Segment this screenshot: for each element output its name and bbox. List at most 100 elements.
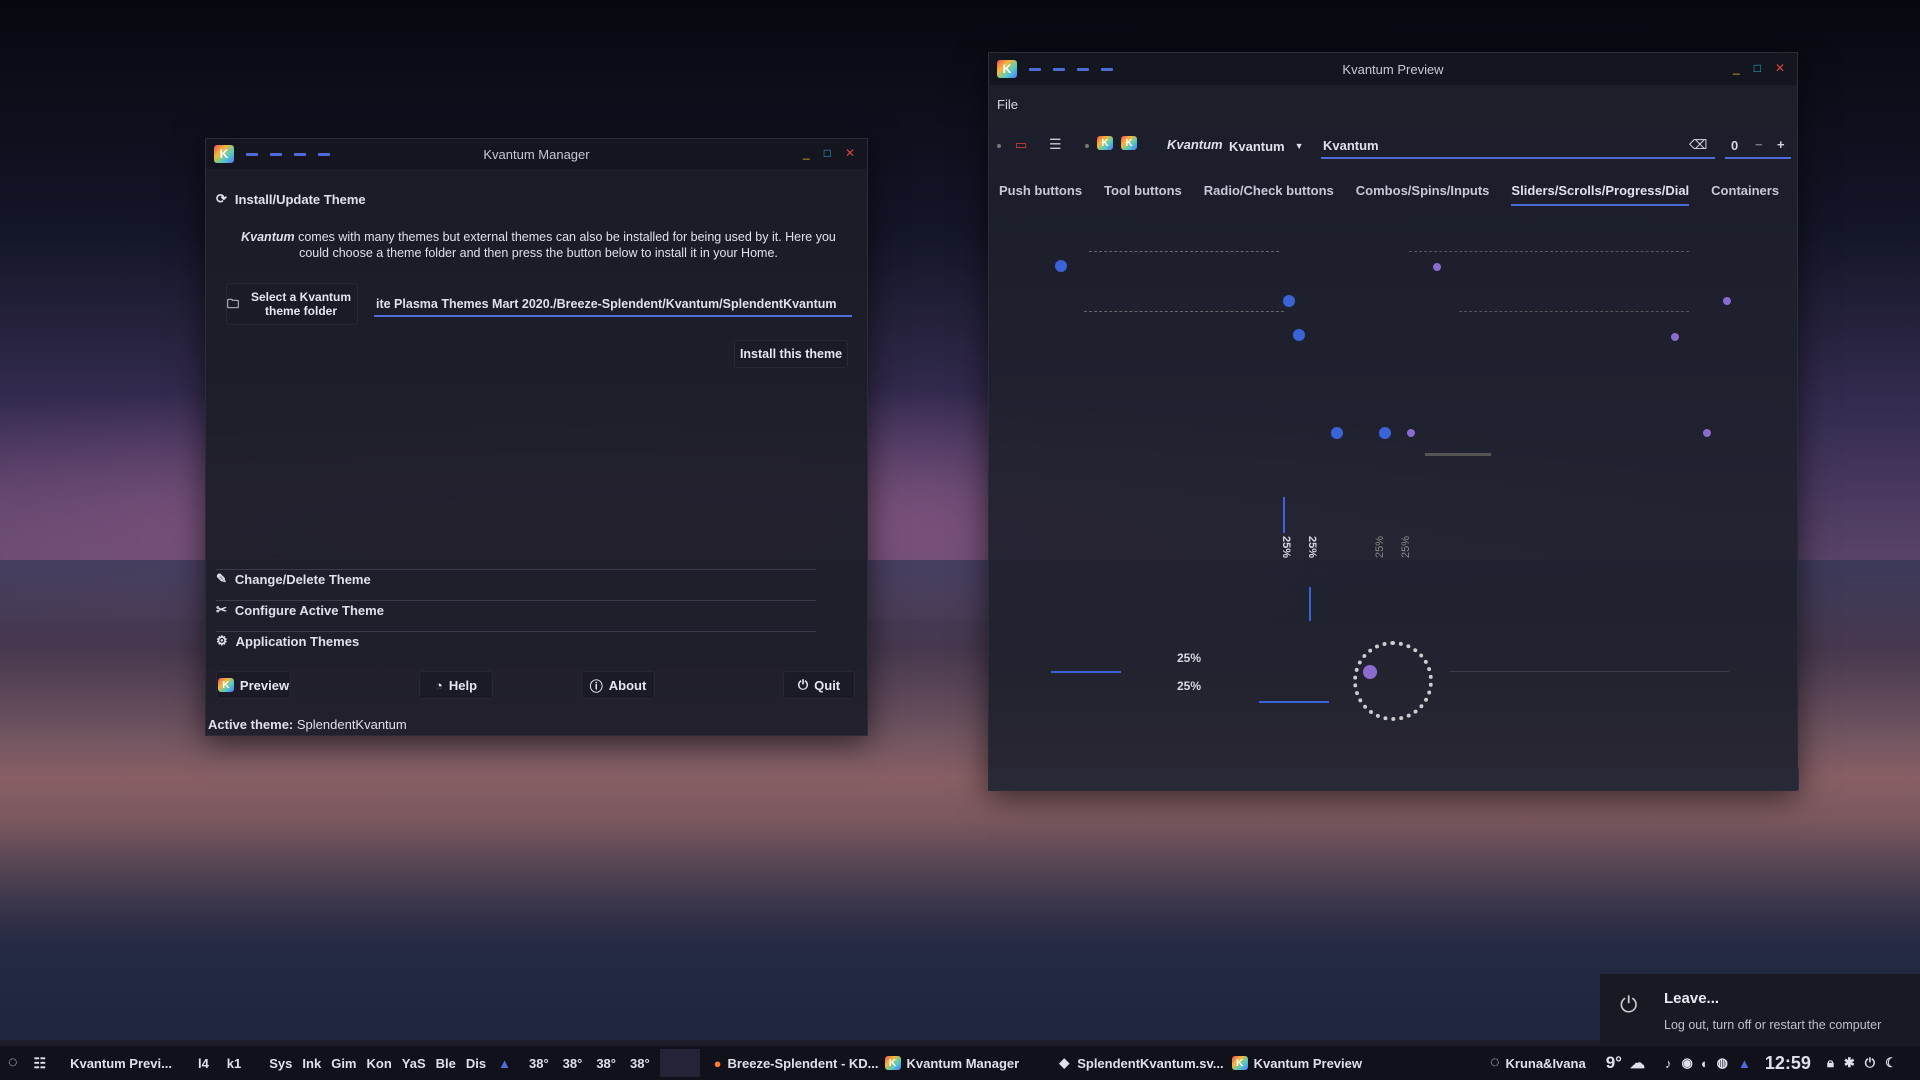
vertical-slider-handle[interactable] — [1293, 329, 1305, 341]
spin-box[interactable]: 0 − + — [1725, 135, 1791, 159]
settings-icon[interactable]: ✱ — [1844, 1055, 1855, 1071]
close-icon[interactable]: ✕ — [1775, 61, 1785, 75]
section-separator — [216, 569, 816, 570]
network-icon[interactable]: ◉ — [1681, 1055, 1692, 1071]
pager-icon[interactable]: ☷ — [34, 1055, 47, 1072]
dial-handle[interactable] — [1363, 665, 1377, 679]
vertical-slider-handle[interactable] — [1671, 333, 1679, 341]
brush-icon: ✎ — [216, 571, 227, 586]
about-button[interactable]: ⓘ About — [581, 671, 655, 699]
vertical-progress-4: 25% — [1400, 535, 1413, 559]
inkscape-icon: ◆ — [1059, 1055, 1070, 1070]
section-separator — [216, 600, 816, 601]
kvantum-logo-icon[interactable]: K — [1097, 136, 1113, 150]
close-icon[interactable]: ✕ — [845, 146, 855, 160]
calendar-icon[interactable]: ▭ — [1015, 137, 1027, 153]
horizontal-slider-handle[interactable] — [1433, 263, 1441, 271]
launcher-ink[interactable]: Ink — [302, 1056, 321, 1071]
slider-ticks — [1089, 251, 1279, 255]
task-k1[interactable]: k1 — [227, 1056, 241, 1071]
launcher-gim[interactable]: Gim — [331, 1056, 356, 1071]
maximize-icon[interactable]: □ — [824, 146, 831, 160]
weather-temp[interactable]: 9° — [1606, 1053, 1622, 1073]
list-icon[interactable]: ☰ — [1049, 136, 1062, 153]
vertical-progress-3: 25% — [1374, 535, 1387, 559]
app-launcher-icon[interactable]: ◌ — [8, 1054, 18, 1072]
configure-section[interactable]: ✂ Configure Active Theme — [216, 602, 384, 618]
lock-icon[interactable]: 🔒︎ — [1827, 1055, 1834, 1071]
slider-ticks — [1409, 251, 1689, 255]
vertical-slider-handle[interactable] — [1407, 429, 1415, 437]
tab-containers[interactable]: Containers — [1711, 183, 1779, 206]
task-l4[interactable]: l4 — [198, 1056, 209, 1071]
sleep-icon[interactable]: ☾ — [1885, 1055, 1897, 1071]
window-kvantum-preview[interactable]: Kvantum Preview — [1254, 1056, 1362, 1071]
minimize-icon[interactable]: _ — [803, 146, 810, 160]
launcher-yas[interactable]: YaS — [402, 1056, 426, 1071]
tab-push-buttons[interactable]: Push buttons — [999, 183, 1082, 206]
info-icon: ⓘ — [589, 678, 603, 694]
tab-sliders[interactable]: Sliders/Scrolls/Progress/Dial — [1511, 183, 1690, 206]
leave-popup[interactable]: ⏻ Leave... Log out, turn off or restart … — [1600, 974, 1920, 1046]
kvantum-logo-icon[interactable]: K — [1121, 136, 1137, 150]
task-kvantum-preview[interactable]: Kvantum Previ... — [70, 1056, 172, 1071]
launcher-ble[interactable]: Ble — [436, 1056, 456, 1071]
section-separator — [216, 631, 816, 632]
cloud-icon: ☁ — [1629, 1055, 1645, 1072]
user-name[interactable]: Kruna&Ivana — [1506, 1056, 1586, 1071]
tray-expand-icon[interactable]: ▲ — [1738, 1056, 1751, 1071]
refresh-icon: ⟳ — [216, 191, 227, 206]
preview-titlebar[interactable]: K Kvantum Preview _ □ ✕ — [989, 53, 1797, 85]
window-kvantum-manager[interactable]: Kvantum Manager — [907, 1056, 1020, 1071]
vertical-slider-handle[interactable] — [1379, 427, 1391, 439]
toolbar-dot-icon — [1085, 144, 1089, 148]
menu-file[interactable]: File — [997, 97, 1018, 112]
install-theme-button[interactable]: Install this theme — [734, 340, 848, 368]
cpu-graph-icon — [659, 1049, 700, 1077]
horizontal-slider-handle[interactable] — [1283, 295, 1295, 307]
preview-button[interactable]: K Preview — [216, 671, 291, 699]
clock[interactable]: 12:59 — [1765, 1053, 1811, 1074]
kvantum-manager-window: K Kvantum Manager _ □ ✕ ⟳ Install/Update… — [205, 138, 868, 736]
progress-bar-fill — [1283, 497, 1285, 533]
plus-icon[interactable]: + — [1777, 137, 1785, 152]
active-theme-status: Active theme: SplendentKvantum — [208, 717, 407, 732]
launcher-sys[interactable]: Sys — [269, 1056, 292, 1071]
application-themes-section[interactable]: ⚙ Application Themes — [216, 633, 359, 649]
window-splendent-svg[interactable]: SplendentKvantum.sv... — [1077, 1056, 1223, 1071]
status-bar — [989, 768, 1799, 790]
brightness-icon[interactable]: ◐ — [1701, 1056, 1709, 1071]
manager-titlebar[interactable]: K Kvantum Manager _ □ ✕ — [206, 139, 867, 169]
quit-button[interactable]: ⏻ Quit — [783, 671, 855, 699]
minus-icon[interactable]: − — [1755, 137, 1763, 152]
clear-text-icon[interactable]: ⌫ — [1689, 137, 1707, 153]
select-folder-button[interactable]: 🗀 Select a Kvantum theme folder — [226, 283, 358, 325]
minimize-icon[interactable]: _ — [1733, 61, 1740, 75]
window-breeze-splendent[interactable]: Breeze-Splendent - KD... — [728, 1056, 879, 1071]
line-edit[interactable]: Kvantum — [1321, 135, 1715, 159]
theme-path-field[interactable]: ite Plasma Themes Mart 2020./Breeze-Sple… — [374, 293, 852, 317]
toolbar-kvantum-label: Kvantum — [1167, 137, 1223, 152]
change-delete-section[interactable]: ✎ Change/Delete Theme — [216, 571, 371, 587]
vertical-slider-handle[interactable] — [1703, 429, 1711, 437]
vertical-slider-handle[interactable] — [1331, 427, 1343, 439]
install-section-header[interactable]: ⟳ Install/Update Theme — [216, 191, 366, 207]
tab-radio-check[interactable]: Radio/Check buttons — [1204, 183, 1334, 206]
scrollbar-handle[interactable] — [1425, 453, 1491, 456]
progress-bar-fill — [1309, 587, 1311, 621]
audio-icon[interactable]: ◍ — [1717, 1055, 1728, 1071]
chevron-up-icon[interactable]: ▲ — [498, 1056, 511, 1071]
launcher-kon[interactable]: Kon — [367, 1056, 392, 1071]
maximize-icon[interactable]: □ — [1754, 61, 1761, 75]
power-icon[interactable]: ⏻ — [1865, 1055, 1875, 1071]
firefox-icon: ● — [713, 1055, 722, 1071]
dial[interactable] — [1353, 641, 1433, 721]
horizontal-slider-handle[interactable] — [1723, 297, 1731, 305]
tab-combos-spins[interactable]: Combos/Spins/Inputs — [1356, 183, 1490, 206]
tab-tool-buttons[interactable]: Tool buttons — [1104, 183, 1182, 206]
help-button[interactable]: ◔ Help — [419, 671, 493, 699]
horizontal-slider-handle[interactable] — [1055, 260, 1067, 272]
theme-combo[interactable]: Kvantum ▼ — [1229, 135, 1305, 157]
bell-icon[interactable]: ♪ — [1665, 1056, 1672, 1071]
launcher-dis[interactable]: Dis — [466, 1056, 486, 1071]
